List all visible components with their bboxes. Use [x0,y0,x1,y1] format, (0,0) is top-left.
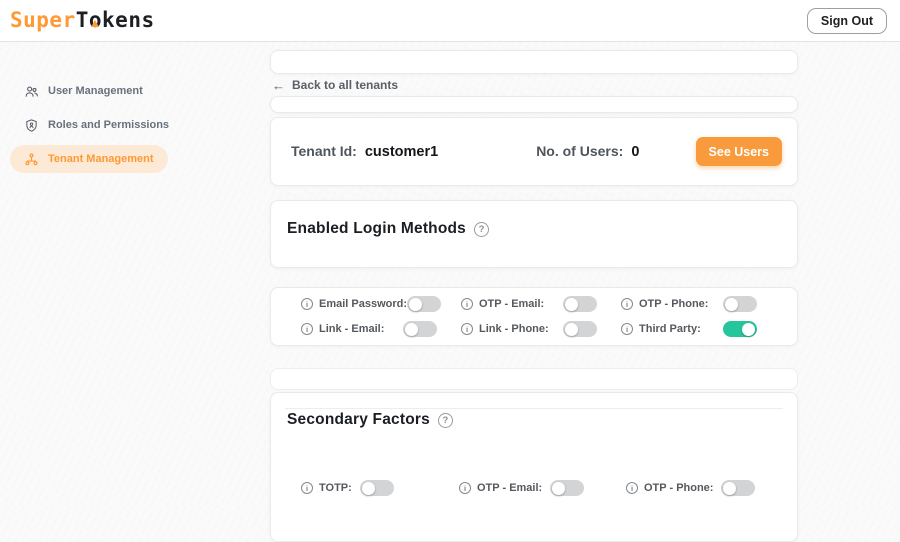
info-icon[interactable]: i [301,482,313,494]
totp-toggle[interactable] [360,480,394,496]
link-phone-toggle[interactable] [563,321,597,337]
toggle-label: TOTP: [319,482,352,494]
login-toggles-card: i Email Password: i OTP - Email: i OTP -… [270,287,798,346]
info-icon[interactable]: i [461,323,473,335]
back-link-label: Back to all tenants [292,78,398,92]
sign-out-button[interactable]: Sign Out [807,8,887,34]
toggle-item-totp: i TOTP: [301,480,459,496]
tenant-id-group: Tenant Id: customer1 [291,143,438,160]
toggle-item-third-party: i Third Party: [621,321,781,337]
email-password-toggle[interactable] [407,296,441,312]
user-count-value: 0 [631,144,639,160]
toggle-label: Third Party: [639,323,701,335]
empty-card-strip-top [270,50,798,74]
secondary-factors-card: Secondary Factors ? i TOTP: i OTP - Emai… [270,392,798,542]
toggle-item-sf-otp-phone: i OTP - Phone: [626,480,755,496]
logo-text-kens: kens [102,8,155,32]
toggle-label: Link - Phone: [479,323,549,335]
toggle-label: OTP - Phone: [639,298,708,310]
toggle-label: OTP - Phone: [644,482,713,494]
login-methods-title: Enabled Login Methods [287,220,466,238]
toggle-item-email-password: i Email Password: [301,296,461,312]
info-icon[interactable]: i [621,298,633,310]
help-question-icon[interactable]: ? [438,413,453,428]
sidebar: User Management Roles and Permissions Te… [0,41,270,506]
sidebar-item-label: Tenant Management [48,153,154,165]
shield-icon [24,118,39,133]
empty-card-strip-mid [270,96,798,113]
toggle-label: Email Password: [319,298,407,310]
toggle-label: OTP - Email: [479,298,544,310]
supertokens-logo: SuperTokens [10,8,155,32]
toggle-label: Link - Email: [319,323,384,335]
logo-text-super: Super [10,8,76,32]
logo-text-t: T [76,8,89,32]
tenant-id-label: Tenant Id: [291,143,357,159]
hierarchy-icon [24,152,39,167]
tenant-id-value: customer1 [365,144,438,160]
sidebar-item-tenant-management[interactable]: Tenant Management [10,145,168,173]
secondary-factors-title-row: Secondary Factors ? [287,411,781,429]
info-icon[interactable]: i [461,298,473,310]
toggle-item-otp-phone: i OTP - Phone: [621,296,781,312]
otp-phone-toggle[interactable] [723,296,757,312]
back-to-tenants-link[interactable]: ← Back to all tenants [272,78,398,92]
logo-triangle-icon [91,20,99,27]
user-count-group: No. of Users: 0 [536,143,639,160]
toggle-item-link-phone: i Link - Phone: [461,321,621,337]
help-question-icon[interactable]: ? [474,222,489,237]
link-email-toggle[interactable] [403,321,437,337]
login-methods-card: Enabled Login Methods ? [270,200,798,268]
info-icon[interactable]: i [459,482,471,494]
sf-otp-email-toggle[interactable] [550,480,584,496]
info-icon[interactable]: i [621,323,633,335]
sf-otp-phone-toggle[interactable] [721,480,755,496]
sidebar-item-user-management[interactable]: User Management [10,77,157,105]
login-methods-title-row: Enabled Login Methods ? [287,220,781,238]
logo-letter-o: o [89,8,102,32]
toggle-label: OTP - Email: [477,482,542,494]
users-icon [24,84,39,99]
top-header: SuperTokens Sign Out [0,0,900,42]
toggle-item-otp-email: i OTP - Email: [461,296,621,312]
sidebar-item-roles-permissions[interactable]: Roles and Permissions [10,111,183,139]
toggle-item-sf-otp-email: i OTP - Email: [459,480,626,496]
tenant-card: Tenant Id: customer1 No. of Users: 0 See… [270,117,798,186]
info-icon[interactable]: i [301,323,313,335]
back-arrow-icon: ← [272,79,285,92]
third-party-toggle[interactable] [723,321,757,337]
user-count-label: No. of Users: [536,143,623,159]
secondary-factors-title: Secondary Factors [287,411,430,429]
info-icon[interactable]: i [301,298,313,310]
see-users-button[interactable]: See Users [696,137,782,166]
info-icon[interactable]: i [626,482,638,494]
sidebar-item-label: Roles and Permissions [48,119,169,131]
secondary-factors-toggle-row: i TOTP: i OTP - Email: i OTP - Phone: [287,480,781,496]
empty-card-strip-lower [270,368,798,390]
toggle-item-link-email: i Link - Email: [301,321,461,337]
sidebar-item-label: User Management [48,85,143,97]
otp-email-toggle[interactable] [563,296,597,312]
